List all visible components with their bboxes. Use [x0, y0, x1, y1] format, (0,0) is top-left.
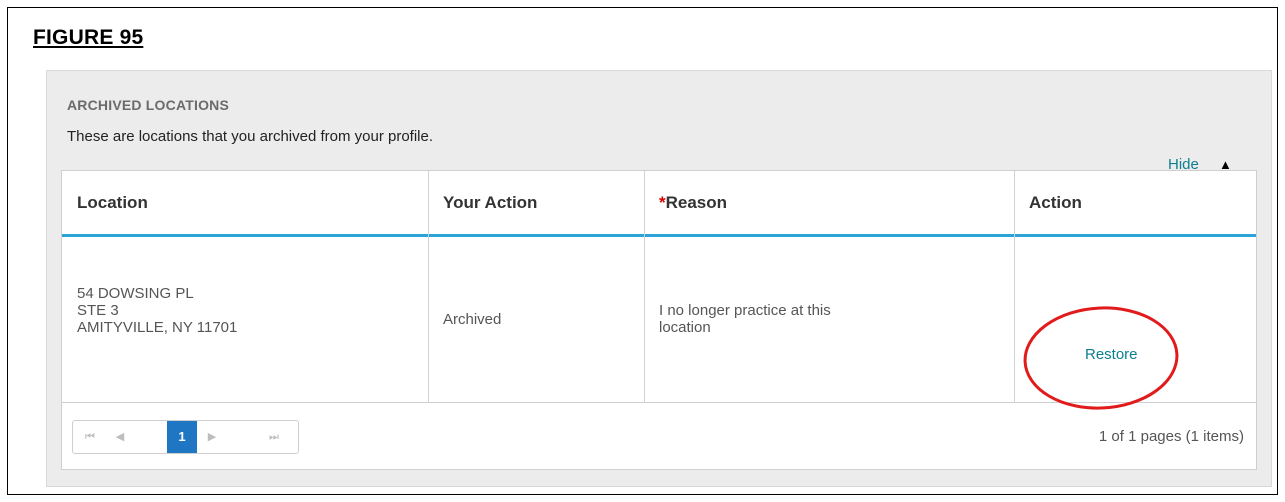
column-header-action: Action	[1029, 193, 1082, 212]
reason-line: location	[659, 319, 711, 336]
column-header-your-action: Your Action	[443, 193, 538, 212]
column-header-reason-label: Reason	[665, 193, 728, 212]
archived-locations-panel: ARCHIVED LOCATIONS These are locations t…	[46, 70, 1272, 487]
reason-line: I no longer practice at this	[659, 302, 831, 319]
required-marker: *	[659, 193, 666, 212]
first-page-icon[interactable]: ⏮	[75, 421, 105, 453]
location-line: STE 3	[77, 302, 119, 319]
prev-page-icon[interactable]: ◀	[105, 421, 135, 453]
next-page-icon[interactable]: ▶	[197, 421, 227, 453]
pager-info: 1 of 1 pages (1 items)	[1098, 428, 1244, 445]
archived-locations-table: Location Your Action *Reason Action 54 D…	[61, 170, 1257, 470]
figure-frame: FIGURE 95 ARCHIVED LOCATIONS These are l…	[7, 7, 1278, 495]
panel-heading: ARCHIVED LOCATIONS	[67, 97, 230, 113]
table-header: Location Your Action *Reason Action	[62, 171, 1256, 237]
figure-title: FIGURE 95	[33, 26, 144, 49]
location-cell: 54 DOWSING PL STE 3 AMITYVILLE, NY 11701	[77, 285, 237, 336]
column-header-reason: *Reason	[644, 171, 1014, 234]
restore-button[interactable]: Restore	[1085, 346, 1138, 363]
last-page-icon[interactable]: ⏭	[259, 421, 289, 453]
page-1-button[interactable]: 1	[167, 421, 197, 453]
panel-description: These are locations that you archived fr…	[67, 128, 434, 145]
table-row: 54 DOWSING PL STE 3 AMITYVILLE, NY 11701…	[62, 237, 1256, 403]
pager: ⏮ ◀ 1 ▶ ⏭	[72, 420, 299, 454]
location-line: 54 DOWSING PL	[77, 285, 194, 302]
your-action-cell: Archived	[443, 311, 502, 328]
column-header-location: Location	[77, 193, 148, 212]
reason-cell: I no longer practice at this location	[659, 302, 831, 336]
location-line: AMITYVILLE, NY 11701	[77, 319, 238, 336]
